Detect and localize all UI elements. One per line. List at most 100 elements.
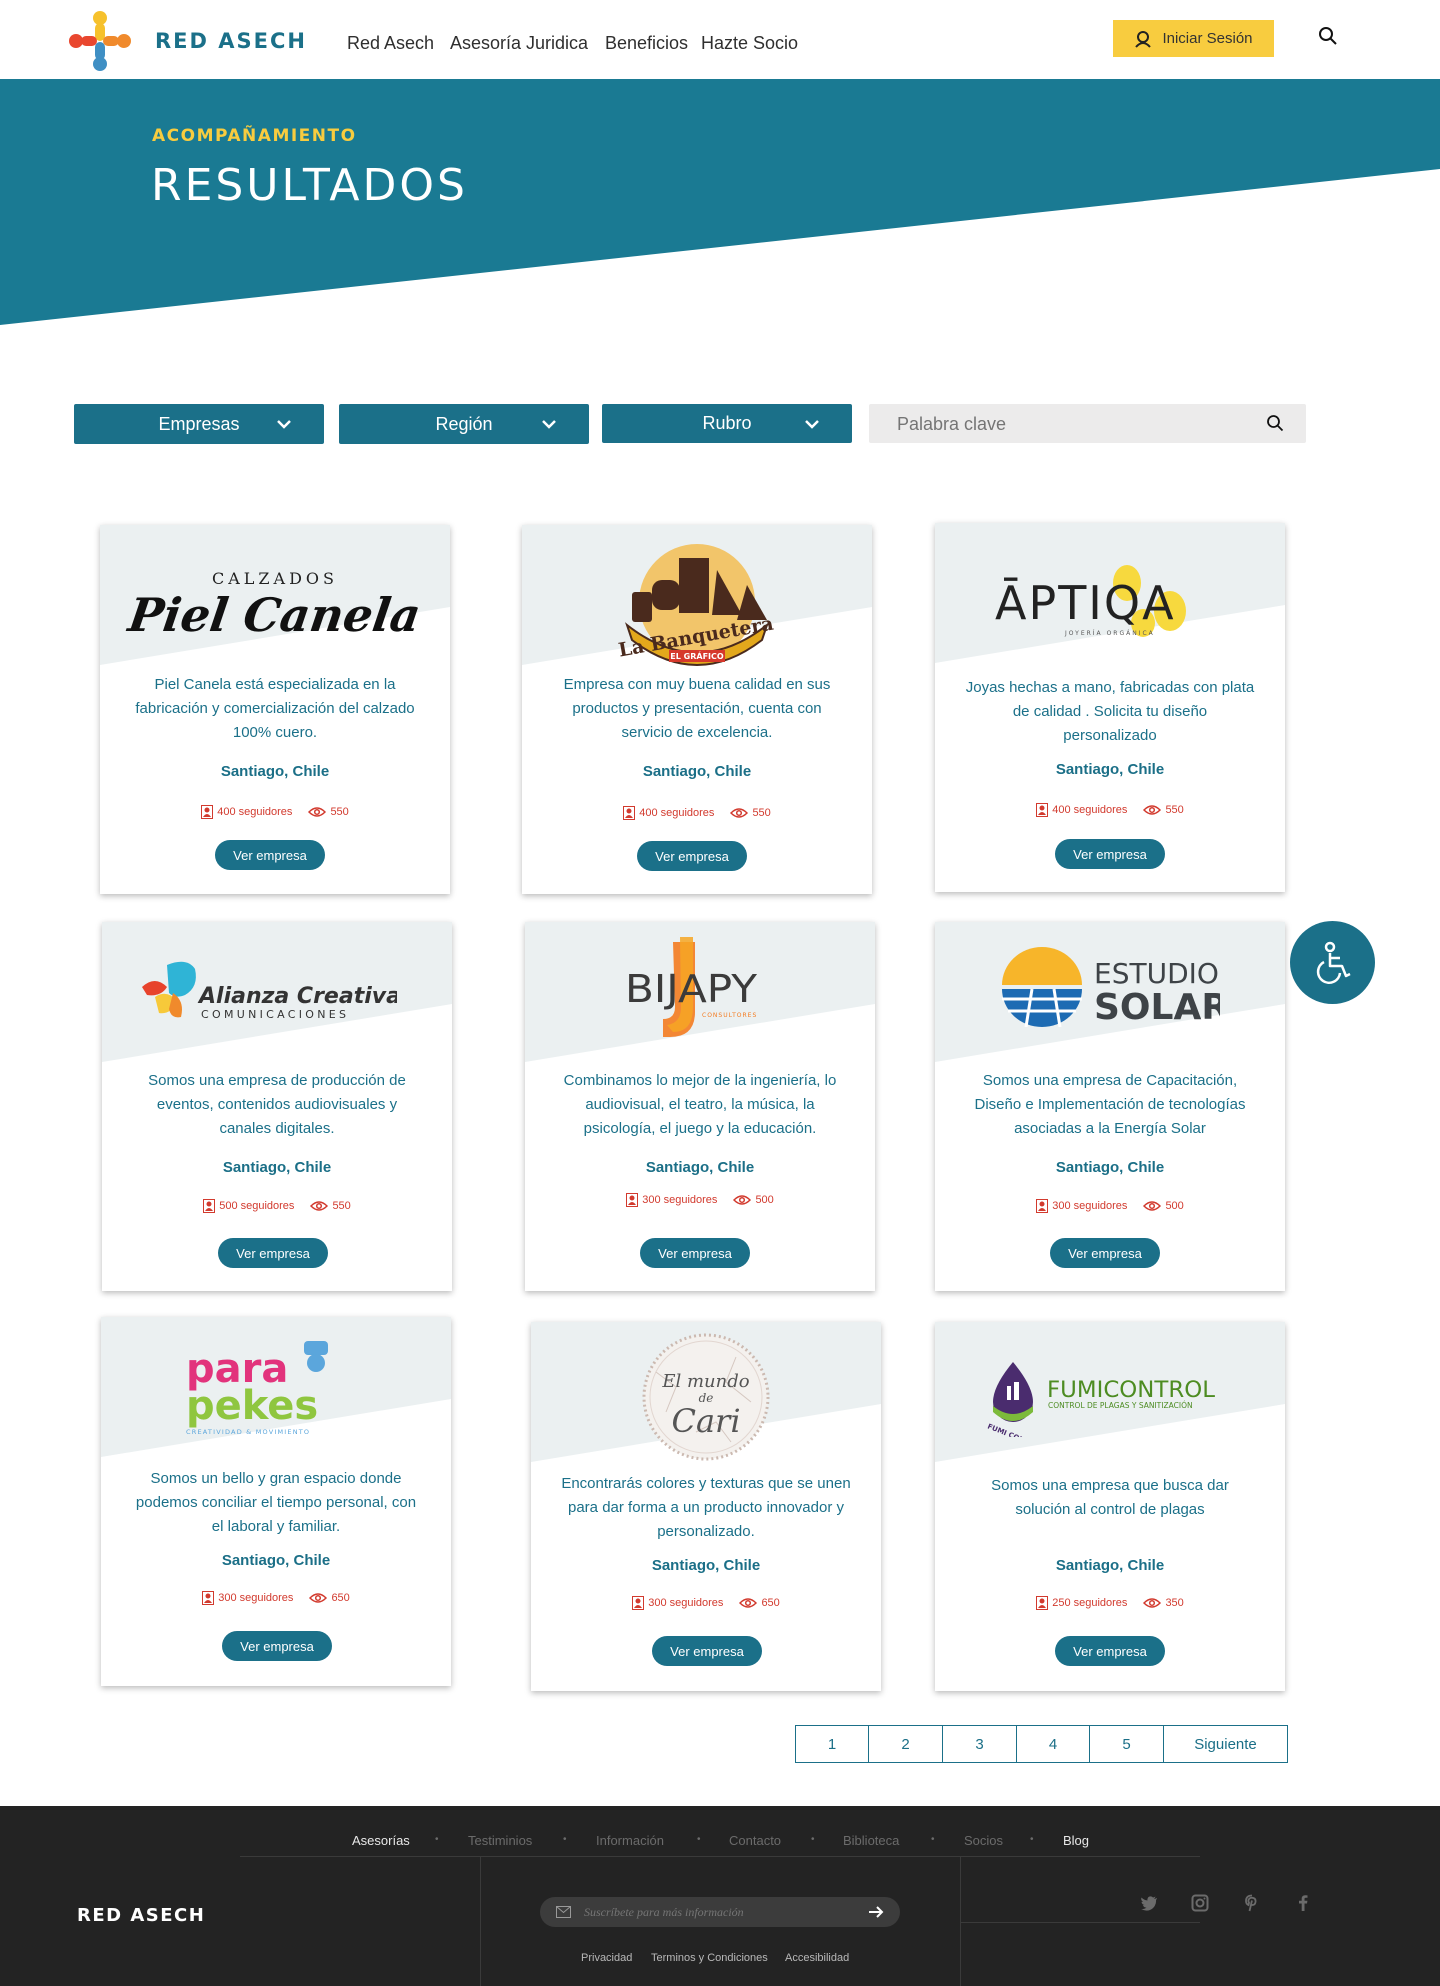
view-company-button[interactable]: Ver empresa [652, 1636, 762, 1666]
nav-asesoria-juridica[interactable]: Asesoría Juridica [450, 33, 588, 54]
red-asech-logo[interactable] [68, 10, 132, 72]
logo-text: ESTUDIO [1094, 957, 1219, 990]
company-logo: Alianza Creativa COMUNICACIONES [142, 961, 397, 1021]
chevron-down-icon [277, 420, 291, 429]
footer-link-terminos[interactable]: Terminos y Condiciones [651, 1952, 768, 1964]
logo-badge: FUMI CONTROL [986, 1422, 1045, 1437]
company-location: Santiago, Chile [642, 763, 752, 780]
view-company-button[interactable]: Ver empresa [218, 1238, 328, 1268]
instagram-icon[interactable] [1191, 1894, 1209, 1912]
footer-link-informacion[interactable]: Información [596, 1833, 664, 1848]
view-company-button[interactable]: Ver empresa [1055, 1636, 1165, 1666]
follower-icon [1036, 1596, 1049, 1610]
logo-sub: COMUNICACIONES [201, 1008, 349, 1021]
footer-link-privacidad[interactable]: Privacidad [581, 1952, 632, 1964]
footer-link-socios[interactable]: Socios [964, 1833, 1003, 1848]
accessibility-button[interactable] [1290, 921, 1375, 1004]
company-logo: CALZADOS Piel Canela [100, 535, 450, 675]
filter-empresas-label: Empresas [158, 413, 240, 434]
views-count: 650 [739, 1597, 780, 1609]
page-2[interactable]: 2 [868, 1725, 943, 1763]
footer-divider [240, 1856, 1200, 1857]
search-icon[interactable] [1266, 414, 1284, 432]
followers-count: 400 seguidores [1036, 803, 1127, 817]
company-description: Joyas hechas a mano, fabricadas con plat… [965, 679, 1255, 744]
subscribe-email-input[interactable] [584, 1903, 834, 1921]
views-count: 650 [309, 1592, 350, 1604]
company-card: para pekes CREATIVIDAD & MOVIMIENTO Somo… [101, 1317, 451, 1686]
company-description: Somos una empresa de Capacitación, Diseñ… [974, 1072, 1246, 1137]
eye-icon [308, 807, 327, 817]
view-company-button[interactable]: Ver empresa [640, 1238, 750, 1268]
footer-link-accesibilidad[interactable]: Accesibilidad [785, 1952, 849, 1964]
page-3[interactable]: 3 [942, 1725, 1017, 1763]
view-company-button[interactable]: Ver empresa [637, 841, 747, 871]
login-button[interactable]: Iniciar Sesión [1113, 20, 1274, 57]
footer-link-blog[interactable]: Blog [1063, 1833, 1089, 1848]
eye-icon [310, 1201, 329, 1211]
nav-hazte-socio[interactable]: Hazte Socio [701, 33, 798, 54]
logo-text-2: SOLAR [1094, 987, 1220, 1027]
keyword-search-input[interactable] [897, 412, 1237, 436]
view-company-button[interactable]: Ver empresa [1050, 1238, 1160, 1268]
followers-count: 300 seguidores [1036, 1199, 1127, 1213]
twitter-icon[interactable] [1140, 1894, 1158, 1912]
page-4[interactable]: 4 [1016, 1725, 1090, 1763]
company-logo: El mundo de Cari [642, 1333, 770, 1461]
logo-sub: EL GRÁFICO [670, 650, 724, 661]
views-count: 550 [310, 1200, 351, 1212]
company-description: Somos un bello y gran espacio donde pode… [135, 1470, 417, 1535]
follower-icon [626, 1193, 639, 1207]
arrow-right-icon[interactable] [868, 1905, 884, 1919]
page-title: RESULTADOS [151, 160, 468, 211]
followers-count: 250 seguidores [1036, 1596, 1127, 1610]
search-icon[interactable] [1318, 26, 1338, 46]
views-count: 550 [730, 807, 771, 819]
nav-beneficios[interactable]: Beneficios [605, 33, 688, 54]
footer-link-asesorias[interactable]: Asesorías [352, 1833, 410, 1848]
subscribe-form [540, 1897, 900, 1927]
next-page-button[interactable]: Siguiente [1163, 1725, 1288, 1763]
company-description: Piel Canela está especializada en la fab… [135, 676, 415, 741]
page-1[interactable]: 1 [795, 1725, 869, 1763]
separator-dot: • [1030, 1834, 1034, 1845]
footer-link-testiminios[interactable]: Testiminios [468, 1833, 532, 1848]
filter-empresas[interactable]: Empresas [74, 404, 324, 444]
company-description: Combinamos lo mejor de la ingeniería, lo… [563, 1072, 837, 1137]
company-description: Somos una empresa de producción de event… [148, 1072, 406, 1137]
logo-text-3: Cari [671, 1402, 740, 1440]
view-company-button[interactable]: Ver empresa [222, 1631, 332, 1661]
filter-region[interactable]: Región [339, 404, 589, 444]
company-card: Alianza Creativa COMUNICACIONES Somos un… [102, 922, 452, 1291]
company-stats: 300 seguidores 650 [101, 1591, 451, 1605]
view-company-button[interactable]: Ver empresa [215, 840, 325, 870]
filter-rubro[interactable]: Rubro [602, 404, 852, 443]
footer-link-biblioteca[interactable]: Biblioteca [843, 1833, 899, 1848]
page-5[interactable]: 5 [1089, 1725, 1164, 1763]
eye-icon [309, 1593, 328, 1603]
company-stats: 400 seguidores 550 [935, 803, 1285, 817]
separator-dot: • [811, 1834, 815, 1845]
site-footer: Asesorías • Testiminios • Información • … [0, 1806, 1440, 1986]
views-count: 550 [1143, 804, 1184, 816]
follower-icon [201, 805, 214, 819]
company-location: Santiago, Chile [222, 1159, 332, 1176]
brand-name[interactable]: RED ASECH [155, 29, 307, 53]
followers-count: 500 seguidores [203, 1199, 294, 1213]
facebook-icon[interactable] [1294, 1894, 1312, 1912]
view-company-button[interactable]: Ver empresa [1055, 839, 1165, 869]
pinterest-icon[interactable] [1243, 1894, 1261, 1912]
company-card: CALZADOS Piel Canela Piel Canela está es… [100, 525, 450, 894]
logo-text: Alianza Creativa [197, 984, 397, 1009]
followers-count: 400 seguidores [201, 805, 292, 819]
footer-divider [480, 1856, 481, 1986]
user-icon [1135, 30, 1152, 48]
nav-red-asech[interactable]: Red Asech [347, 33, 434, 54]
company-logo: ĀPTIQA JOYERÍA ORGÁNICA [995, 565, 1186, 637]
followers-count: 400 seguidores [623, 806, 714, 820]
follower-icon [623, 806, 636, 820]
footer-brand[interactable]: RED ASECH [77, 1905, 205, 1926]
footer-link-contacto[interactable]: Contacto [729, 1833, 781, 1848]
company-location: Santiago, Chile [645, 1159, 755, 1176]
company-description: Encontrarás colores y texturas que se un… [561, 1475, 851, 1540]
